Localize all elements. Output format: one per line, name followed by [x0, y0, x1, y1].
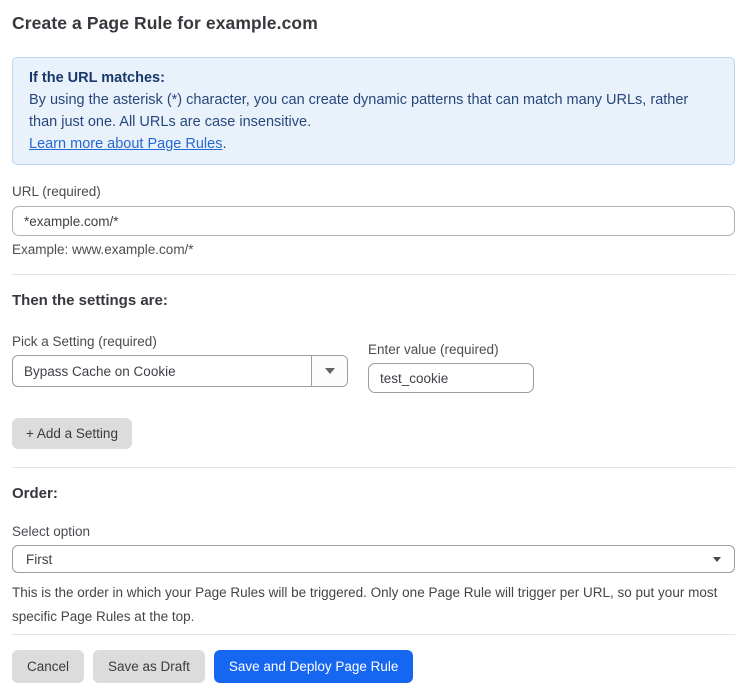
- setting-picker-column: Pick a Setting (required) Bypass Cache o…: [12, 334, 348, 387]
- setting-value-input[interactable]: [368, 363, 534, 393]
- url-match-info-box: If the URL matches: By using the asteris…: [12, 57, 735, 165]
- info-box-heading: If the URL matches:: [29, 67, 718, 89]
- order-helper-text: This is the order in which your Page Rul…: [12, 581, 735, 629]
- setting-value-column: Enter value (required): [368, 342, 534, 393]
- info-box-link-line: Learn more about Page Rules.: [29, 133, 718, 155]
- add-setting-button[interactable]: + Add a Setting: [12, 418, 132, 449]
- info-box-body: By using the asterisk (*) character, you…: [29, 89, 718, 133]
- order-select-label: Select option: [12, 524, 735, 540]
- setting-picker-label: Pick a Setting (required): [12, 334, 348, 350]
- order-section-heading: Order:: [12, 485, 735, 503]
- url-input[interactable]: [12, 206, 735, 236]
- page-rule-form: Create a Page Rule for example.com If th…: [0, 0, 750, 688]
- footer-actions: Cancel Save as Draft Save and Deploy Pag…: [12, 650, 735, 683]
- cancel-button[interactable]: Cancel: [12, 650, 84, 683]
- url-helper-text: Example: www.example.com/*: [12, 242, 735, 258]
- setting-select-arrow-button[interactable]: [311, 356, 347, 386]
- divider: [12, 467, 735, 468]
- chevron-down-icon: [325, 368, 335, 374]
- url-field-label: URL (required): [12, 184, 735, 200]
- save-as-draft-button[interactable]: Save as Draft: [93, 650, 205, 683]
- order-select-value: First: [26, 552, 52, 567]
- setting-select[interactable]: Bypass Cache on Cookie: [12, 355, 348, 387]
- chevron-down-icon: [713, 557, 721, 562]
- setting-value-label: Enter value (required): [368, 342, 534, 358]
- order-select[interactable]: First: [12, 545, 735, 573]
- link-period: .: [222, 136, 226, 152]
- settings-section-heading: Then the settings are:: [12, 292, 735, 310]
- save-and-deploy-button[interactable]: Save and Deploy Page Rule: [214, 650, 414, 683]
- learn-more-link[interactable]: Learn more about Page Rules: [29, 136, 222, 152]
- divider: [12, 634, 735, 635]
- setting-select-value: Bypass Cache on Cookie: [13, 356, 311, 386]
- divider: [12, 274, 735, 275]
- page-title: Create a Page Rule for example.com: [12, 12, 735, 34]
- settings-row: Pick a Setting (required) Bypass Cache o…: [12, 334, 735, 393]
